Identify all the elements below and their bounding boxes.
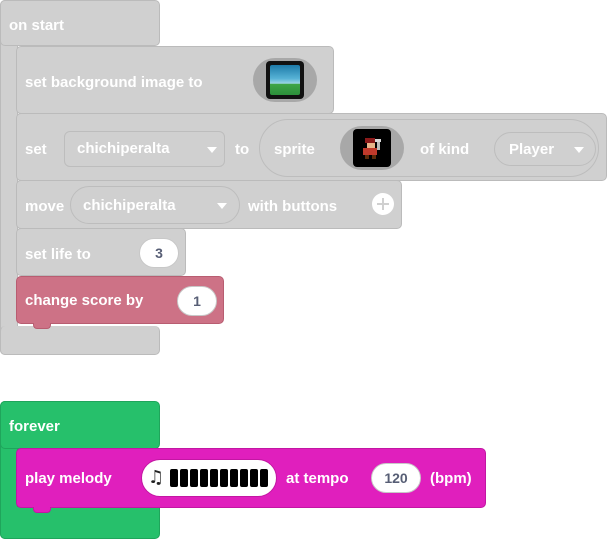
set-label: set bbox=[25, 141, 47, 158]
block-notch bbox=[33, 507, 51, 513]
play-melody-label: play melody bbox=[25, 470, 112, 487]
move-variable-value: chichiperalta bbox=[83, 197, 176, 214]
pixel-character-sprite-icon bbox=[353, 129, 391, 167]
pixel-character-art bbox=[363, 138, 381, 159]
melody-note-cell bbox=[240, 469, 248, 487]
change-score-label: change score by bbox=[25, 292, 144, 309]
plus-circle-icon[interactable] bbox=[372, 193, 394, 215]
melody-note-cell bbox=[200, 469, 208, 487]
tempo-input[interactable]: 120 bbox=[371, 463, 421, 493]
background-image-picker[interactable] bbox=[253, 58, 317, 102]
score-value-input[interactable]: 1 bbox=[177, 286, 217, 316]
background-image-thumbnail-icon bbox=[266, 61, 304, 99]
forever-label: forever bbox=[9, 418, 60, 435]
set-background-label: set background image to bbox=[25, 74, 203, 91]
set-life-label: set life to bbox=[25, 246, 91, 263]
kind-dropdown-value: Player bbox=[509, 141, 555, 158]
play-melody-block[interactable]: play melody ♫ at tempo 120 (bpm) bbox=[16, 448, 486, 513]
set-sprite-block[interactable]: set chichiperalta to sprite of kind Play… bbox=[16, 113, 607, 181]
with-buttons-label: with buttons bbox=[248, 198, 338, 215]
move-label: move bbox=[25, 198, 65, 215]
melody-note-cell bbox=[260, 469, 268, 487]
on-start-footer bbox=[0, 326, 160, 355]
melody-note-cell bbox=[190, 469, 198, 487]
chevron-down-icon bbox=[207, 147, 217, 153]
sprite-reporter[interactable]: sprite of kind Player bbox=[259, 119, 599, 177]
bpm-label: (bpm) bbox=[430, 470, 472, 487]
on-start-header[interactable]: on start bbox=[0, 0, 160, 46]
move-block[interactable]: move chichiperalta with buttons bbox=[16, 180, 402, 229]
set-background-block[interactable]: set background image to bbox=[16, 46, 334, 114]
melody-note-cell bbox=[230, 469, 238, 487]
melody-note-cell bbox=[220, 469, 228, 487]
melody-notes-strip bbox=[170, 469, 268, 487]
to-label: to bbox=[235, 141, 250, 158]
at-tempo-label: at tempo bbox=[286, 470, 349, 487]
set-life-block[interactable]: set life to 3 bbox=[16, 228, 186, 276]
block-notch bbox=[33, 323, 51, 329]
music-note-icon: ♫ bbox=[148, 467, 165, 488]
life-value-input[interactable]: 3 bbox=[139, 238, 179, 268]
change-score-block[interactable]: change score by 1 bbox=[16, 276, 224, 329]
melody-note-cell bbox=[250, 469, 258, 487]
forever-footer bbox=[0, 507, 160, 539]
melody-editor-field[interactable]: ♫ bbox=[141, 459, 277, 497]
chevron-down-icon bbox=[217, 203, 227, 209]
of-kind-label: of kind bbox=[420, 141, 470, 158]
melody-note-cell bbox=[180, 469, 188, 487]
move-variable-dropdown[interactable]: chichiperalta bbox=[70, 186, 240, 224]
kind-dropdown[interactable]: Player bbox=[494, 132, 596, 166]
melody-note-cell bbox=[210, 469, 218, 487]
chevron-down-icon bbox=[574, 147, 584, 153]
sprite-label: sprite bbox=[274, 141, 315, 158]
variable-dropdown[interactable]: chichiperalta bbox=[64, 131, 225, 167]
on-start-label: on start bbox=[9, 17, 65, 34]
forever-header[interactable]: forever bbox=[0, 401, 160, 449]
melody-note-cell bbox=[170, 469, 178, 487]
variable-dropdown-value: chichiperalta bbox=[77, 140, 170, 157]
sprite-image-picker[interactable] bbox=[340, 126, 404, 170]
